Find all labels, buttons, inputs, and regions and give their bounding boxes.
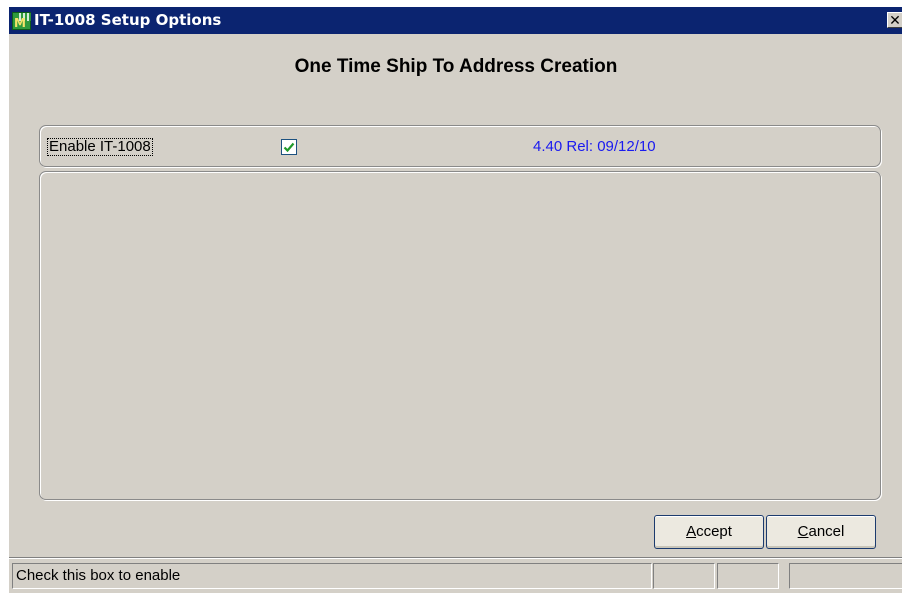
status-panel-4 bbox=[789, 563, 902, 589]
main-panel bbox=[39, 171, 881, 500]
close-button[interactable]: ✕ bbox=[887, 12, 902, 29]
status-bar: Check this box to enable bbox=[9, 560, 902, 593]
enable-it-1008-label[interactable]: Enable IT-1008 bbox=[47, 138, 153, 156]
status-panel-2 bbox=[653, 563, 715, 589]
title-bar[interactable]: M IT-1008 Setup Options ✕ bbox=[9, 7, 902, 34]
page-title: One Time Ship To Address Creation bbox=[294, 56, 618, 77]
close-icon: ✕ bbox=[889, 13, 901, 29]
app-icon: M bbox=[12, 12, 31, 30]
version-release-text: 4.40 Rel: 09/12/10 bbox=[533, 138, 656, 155]
options-group bbox=[39, 125, 881, 167]
setup-options-dialog: M IT-1008 Setup Options ✕ One Time Ship … bbox=[8, 7, 902, 593]
cancel-button[interactable]: Cancel bbox=[766, 515, 876, 549]
window-title: IT-1008 Setup Options bbox=[34, 11, 222, 29]
status-panel-3 bbox=[717, 563, 779, 589]
status-message: Check this box to enable bbox=[12, 563, 652, 589]
accept-button[interactable]: Accept bbox=[654, 515, 764, 549]
enable-it-1008-checkbox[interactable] bbox=[281, 139, 297, 155]
checkmark-icon bbox=[283, 142, 295, 153]
status-separator bbox=[9, 557, 902, 559]
